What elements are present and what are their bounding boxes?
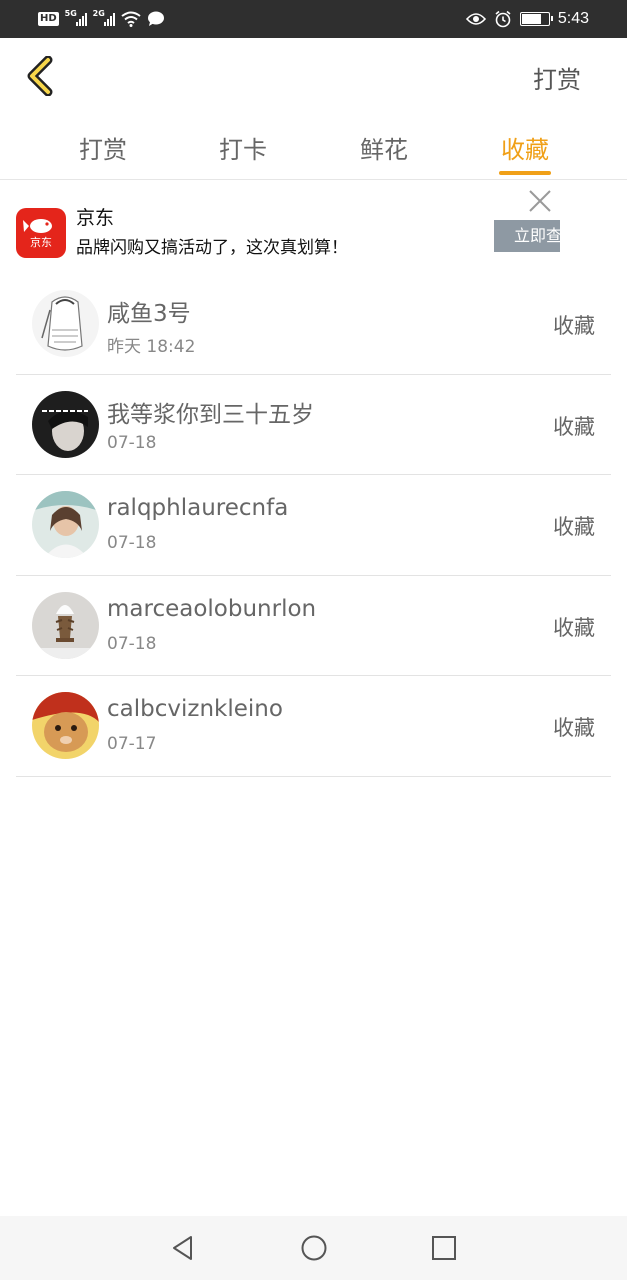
- hd-icon: HD: [38, 12, 59, 26]
- status-bar: HD 5G 2G 5:43: [0, 0, 627, 38]
- favorites-list: 咸鱼3号 昨天 18:42 收藏 我等浆你到三十五岁 07-18 收藏 ralq…: [16, 274, 611, 777]
- list-item-name: ralqphlaurecnfa: [107, 495, 289, 521]
- message-icon: [147, 11, 164, 26]
- tab-favorites[interactable]: 收藏: [480, 130, 570, 165]
- ad-banner[interactable]: 京东 京东 品牌闪购又搞活动了，这次真划算！ 立即查: [0, 181, 627, 271]
- status-time: 5:43: [557, 10, 589, 27]
- tab-reward[interactable]: 打赏: [58, 130, 148, 165]
- eye-icon: [465, 13, 486, 25]
- avatar: [32, 290, 99, 357]
- list-item-action: 收藏: [553, 716, 595, 740]
- ad-view-now-button[interactable]: 立即查: [494, 220, 560, 252]
- list-item[interactable]: marceaolobunrlon 07-18 收藏: [16, 576, 611, 676]
- list-item-action: 收藏: [553, 314, 595, 338]
- tab-checkin[interactable]: 打卡: [198, 130, 288, 165]
- home-circle-icon[interactable]: [300, 1234, 328, 1262]
- list-item-date: 07-17: [107, 734, 157, 754]
- tab-flowers[interactable]: 鲜花: [339, 130, 429, 165]
- signal-2g-icon: 2G: [93, 10, 115, 28]
- list-item-name: calbcviznkleino: [107, 696, 283, 722]
- status-right-icons: 5:43: [465, 9, 589, 29]
- list-item-action: 收藏: [553, 615, 595, 640]
- list-item-date: 07-18: [107, 633, 157, 654]
- wifi-icon: [121, 11, 141, 27]
- list-item-date: 07-18: [107, 533, 157, 553]
- back-triangle-icon[interactable]: [169, 1234, 197, 1262]
- list-item-date: 昨天 18:42: [107, 337, 196, 357]
- tab-active-indicator: [499, 171, 551, 175]
- avatar: [32, 692, 99, 759]
- chevron-left-icon[interactable]: [24, 56, 58, 96]
- list-item[interactable]: calbcviznkleino 07-17 收藏: [16, 676, 611, 777]
- jd-logo-text: 京东: [30, 236, 52, 249]
- list-item[interactable]: 我等浆你到三十五岁 07-18 收藏: [16, 375, 611, 475]
- list-item[interactable]: ralqphlaurecnfa 07-18 收藏: [16, 475, 611, 576]
- list-item-action: 收藏: [553, 515, 595, 539]
- battery-fill: [521, 14, 541, 24]
- ad-title: 京东: [76, 207, 115, 229]
- avatar: [32, 591, 99, 659]
- list-item-action: 收藏: [553, 414, 595, 439]
- ad-description: 品牌闪购又搞活动了，这次真划算！: [76, 238, 348, 258]
- status-left-icons: HD 5G 2G: [38, 9, 165, 29]
- alarm-icon: [495, 10, 511, 28]
- system-nav-bar: [0, 1216, 627, 1280]
- list-item-date: 07-18: [107, 432, 157, 453]
- list-item-name: 咸鱼3号: [107, 301, 191, 327]
- avatar: [32, 390, 99, 458]
- jd-logo: 京东: [16, 208, 66, 258]
- recents-square-icon[interactable]: [430, 1234, 458, 1262]
- avatar: [32, 491, 99, 558]
- signal-5g-icon: 5G: [65, 10, 87, 28]
- list-item-name: 我等浆你到三十五岁: [107, 401, 314, 428]
- header-reward-button[interactable]: 打赏: [533, 60, 581, 95]
- close-icon[interactable]: [526, 187, 554, 215]
- tab-bar: 打赏 打卡 鲜花 收藏: [0, 120, 627, 180]
- list-item-name: marceaolobunrlon: [107, 595, 317, 622]
- list-item[interactable]: 咸鱼3号 昨天 18:42 收藏: [16, 274, 611, 375]
- battery-icon: [519, 12, 553, 26]
